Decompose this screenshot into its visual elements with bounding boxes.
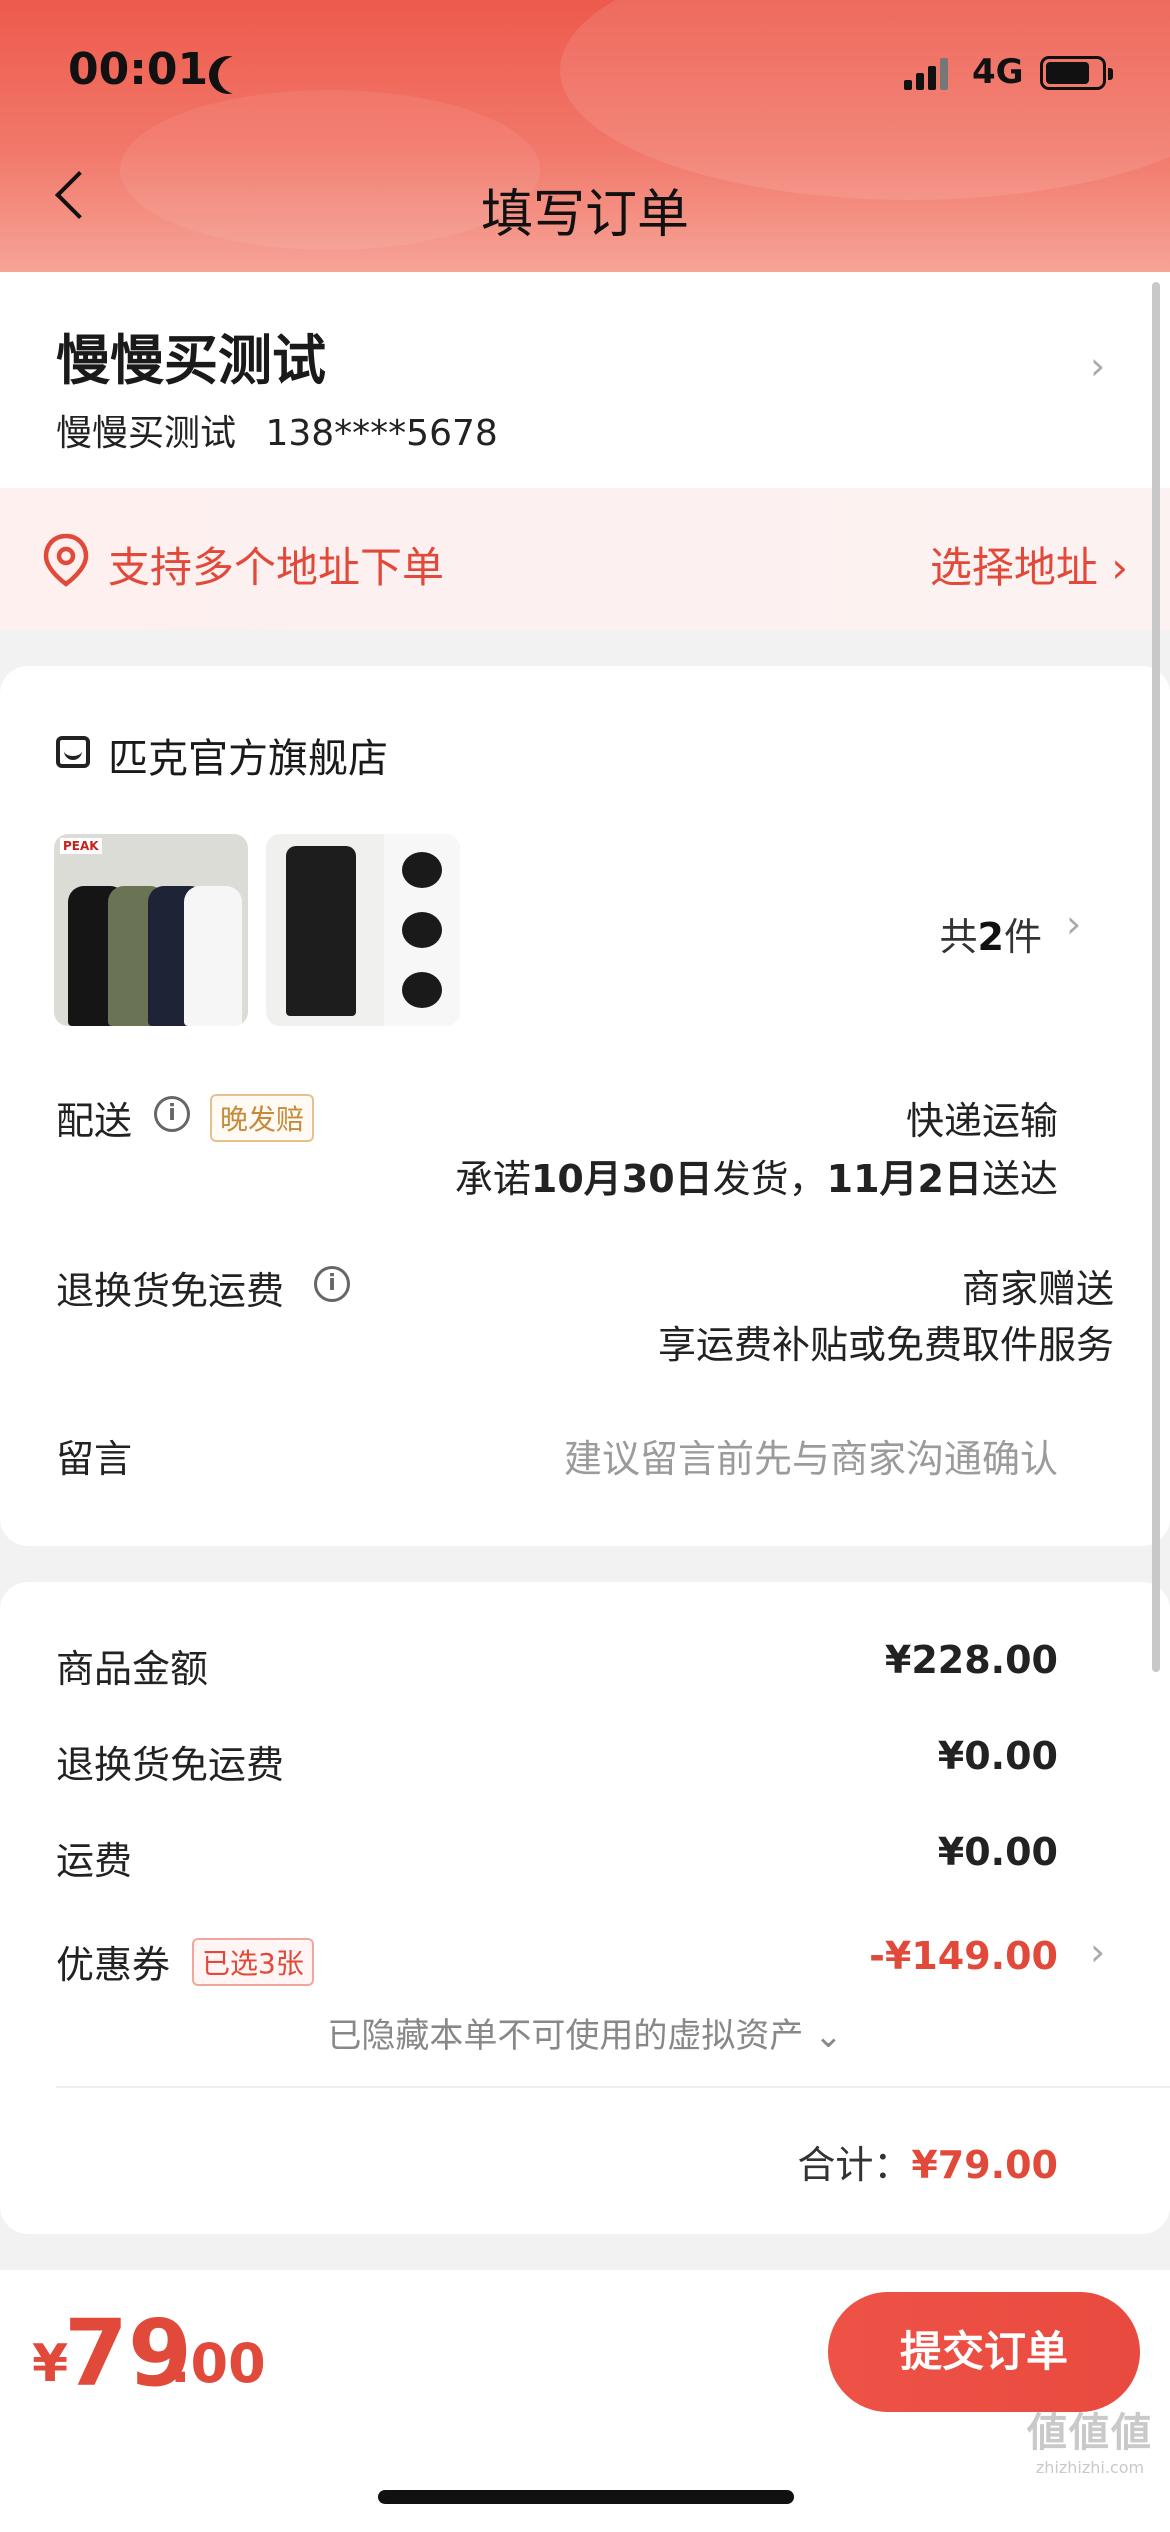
- product-thumbnail[interactable]: PEAK: [54, 834, 248, 1026]
- coupon-discount-value[interactable]: -¥149.00: [869, 1934, 1058, 1978]
- item-count-prefix: 共: [939, 915, 978, 959]
- address-detail-text: 慢慢买测试: [56, 413, 237, 454]
- address-phone: 138****5678: [265, 413, 498, 454]
- delivery-ship-text: 发货，: [712, 1157, 827, 1201]
- pay-currency: ¥: [32, 2334, 69, 2394]
- brand-logo: PEAK: [60, 838, 102, 854]
- total-label: 合计：: [797, 2143, 912, 2187]
- watermark: 値値値 zhizhizhi.com: [1020, 2400, 1160, 2477]
- store-name: 匹克官方旗舰店: [108, 736, 388, 782]
- delivery-arrive-date: 11月2日: [826, 1157, 982, 1201]
- goods-amount-value: ¥228.00: [884, 1638, 1058, 1682]
- item-count[interactable]: 共2件: [940, 906, 1042, 961]
- shipping-fee-label: 运费: [56, 1839, 133, 1883]
- info-icon[interactable]: i: [154, 1096, 190, 1132]
- watermark-logo: 値値値: [1027, 2410, 1153, 2456]
- item-count-suffix: 件: [1003, 915, 1042, 959]
- home-indicator[interactable]: [378, 2490, 794, 2504]
- network-label: 4G: [972, 52, 1024, 92]
- header: 00:01 4G 填写订单: [0, 0, 1170, 272]
- pay-amount-decimal: .00: [170, 2332, 266, 2395]
- coupon-selected-badge: 已选3张: [192, 1938, 314, 1986]
- store-card: 匹克官方旗舰店 PEAK 共2件 › 配送 i 晚发赔 快递运输 承诺10月30…: [0, 666, 1170, 1546]
- delivery-arrive-text: 送达: [981, 1157, 1058, 1201]
- divider: [56, 2086, 1170, 2088]
- info-icon[interactable]: i: [314, 1266, 350, 1302]
- chevron-right-icon: ›: [1090, 1930, 1106, 1974]
- battery-icon: [1040, 56, 1113, 90]
- shipping-fee-value: ¥0.00: [937, 1830, 1058, 1874]
- price-summary-card: 商品金额 ¥228.00 退换货免运费 ¥0.00 运费 ¥0.00 优惠券 已…: [0, 1582, 1170, 2234]
- store-icon: [56, 736, 90, 768]
- address-card[interactable]: 慢慢买测试 慢慢买测试 138****5678 › 支持多个地址下单 选择地址 …: [0, 272, 1170, 630]
- chevron-right-icon: ›: [1066, 902, 1082, 946]
- multi-address-text: 支持多个地址下单: [108, 543, 445, 592]
- total-amount: ¥79.00: [911, 2143, 1058, 2187]
- return-shipping-label: 退换货免运费: [56, 1269, 285, 1313]
- return-shipping-sub: 享运费补贴或免费取件服务: [657, 1323, 1114, 1367]
- page-title: 填写订单: [480, 185, 689, 245]
- return-shipping-fee-label: 退换货免运费: [56, 1743, 285, 1787]
- choose-address-link[interactable]: 选择地址 ›: [930, 534, 1128, 595]
- delivery-method: 快递运输: [905, 1099, 1058, 1143]
- watermark-url: zhizhizhi.com: [1035, 2458, 1145, 2477]
- chevron-right-icon: ›: [1090, 344, 1106, 388]
- status-time: 00:01: [68, 44, 209, 95]
- item-count-number: 2: [977, 915, 1004, 959]
- delivery-ship-date: 10月30日: [530, 1157, 713, 1201]
- address-recipient-name: 慢慢买测试: [56, 329, 326, 392]
- total-line: 合计：¥79.00: [797, 2134, 1058, 2189]
- location-pin-icon: [43, 533, 89, 587]
- header-decoration: [560, 0, 1170, 200]
- return-shipping-value: 商家赠送: [961, 1267, 1114, 1311]
- moon-icon: [218, 56, 256, 94]
- address-detail: 慢慢买测试 138****5678: [56, 404, 498, 456]
- product-thumbnail[interactable]: [266, 834, 460, 1026]
- delivery-promise-prefix: 承诺: [454, 1157, 531, 1201]
- note-label: 留言: [56, 1437, 133, 1481]
- late-compensation-badge: 晚发赔: [210, 1094, 315, 1142]
- note-input[interactable]: 建议留言前先与商家沟通确认: [564, 1428, 1058, 1483]
- signal-icon: [904, 58, 950, 90]
- submit-order-button[interactable]: 提交订单: [828, 2292, 1140, 2412]
- goods-amount-label: 商品金额: [56, 1647, 209, 1691]
- return-shipping-fee-value: ¥0.00: [937, 1734, 1058, 1778]
- bottom-pay-bar: ¥ 79 .00 提交订单 値値値 zhizhizhi.com: [0, 2270, 1170, 2532]
- multi-address-bar[interactable]: 支持多个地址下单 选择地址 ›: [0, 488, 1170, 630]
- delivery-label: 配送: [56, 1099, 133, 1143]
- coupon-label[interactable]: 优惠券: [56, 1934, 170, 1989]
- scrollbar[interactable]: [1152, 282, 1160, 1672]
- hidden-assets-toggle[interactable]: 已隐藏本单不可使用的虚拟资产 ⌄: [0, 2008, 1170, 2057]
- delivery-promise: 承诺10月30日发货，11月2日送达: [455, 1148, 1058, 1203]
